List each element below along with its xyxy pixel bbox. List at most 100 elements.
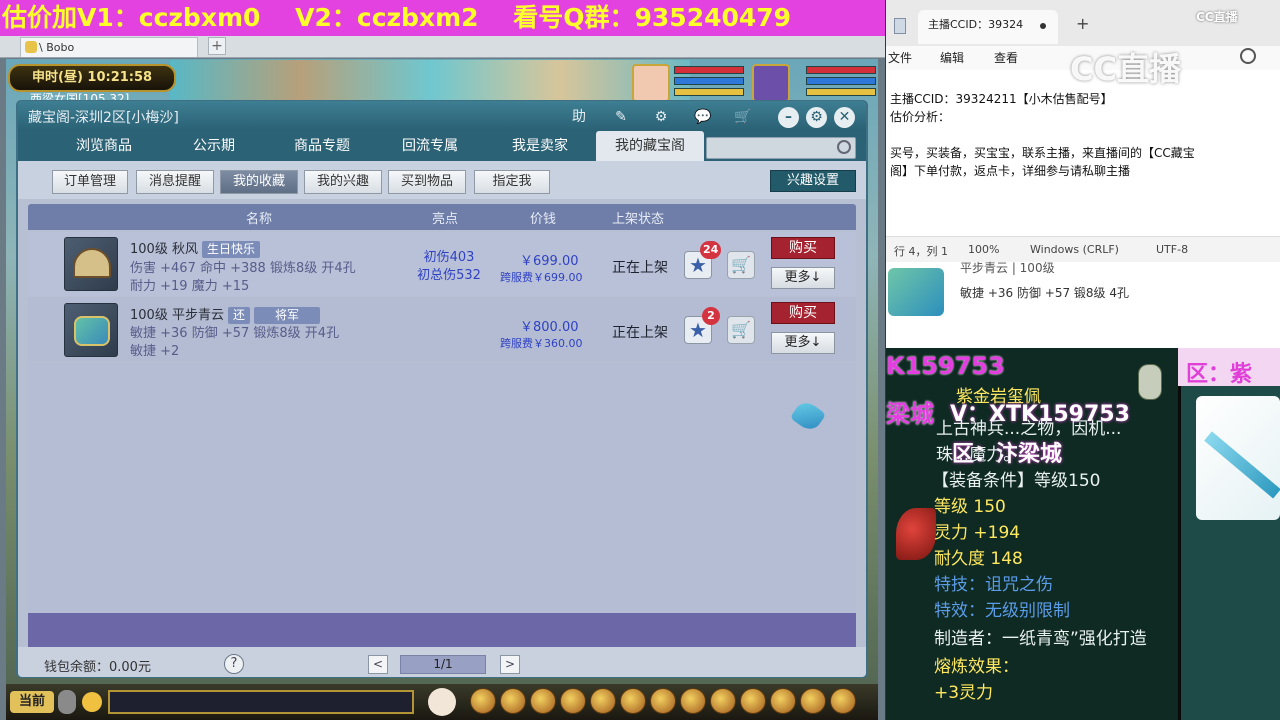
favorites-button[interactable]: 我的收藏 xyxy=(220,170,298,194)
text-line: 买号，买装备，买宝宝，联系主播，来直播间的【CC藏宝 xyxy=(890,146,1195,160)
more-button[interactable]: 更多↓ xyxy=(771,267,835,289)
map-icon[interactable] xyxy=(650,688,676,714)
emoji-icon[interactable] xyxy=(82,692,102,712)
dialog-title-bar[interactable]: 藏宝阁-深圳2区[小梅沙] 助 ✎ ⚙ 💬 🛒 – ⚙ ✕ xyxy=(18,101,866,131)
tab-my-pavilion[interactable]: 我的藏宝阁 xyxy=(596,131,704,161)
dialog-title: 藏宝阁-深圳2区[小梅沙] xyxy=(28,110,179,126)
player-avatar[interactable] xyxy=(752,64,790,102)
next-page-button[interactable]: > xyxy=(500,655,520,674)
stream-item-list xyxy=(886,262,1280,348)
status-cursor-pos: 行 4，列 1 xyxy=(894,245,948,258)
cart-icon[interactable]: 🛒 xyxy=(727,316,755,344)
more-button[interactable]: 更多↓ xyxy=(771,332,835,354)
chat-channel-button[interactable]: 当前 xyxy=(10,691,54,713)
item-stats: 敏捷 +36 防御 +57 锻炼8级 开4孔 xyxy=(130,326,340,341)
tooltip-durability: 耐久度 148 xyxy=(934,549,1023,569)
menu-view[interactable]: 查看 xyxy=(994,49,1018,66)
col-status: 上架状态 xyxy=(612,212,665,227)
wallet-balance: 钱包余额：0.00元 xyxy=(44,660,151,675)
tooltip-maker: 制造者：一纸青鸾”强化打造 xyxy=(934,629,1147,649)
cart-icon[interactable]: 🛒 xyxy=(727,251,755,279)
smile-icon[interactable] xyxy=(800,688,826,714)
search-icon[interactable] xyxy=(837,140,851,154)
tooltip-skill: 特技：诅咒之伤 xyxy=(934,575,1053,595)
game-clock: 申时(昼) 10:21:58 xyxy=(8,64,176,92)
tab-browse[interactable]: 浏览商品 xyxy=(50,131,158,161)
browser-tab[interactable]: \ Bobo xyxy=(20,37,198,57)
help-icon[interactable]: ? xyxy=(224,654,244,674)
item-tag: 生日快乐 xyxy=(201,241,260,258)
bell-icon[interactable] xyxy=(680,688,706,714)
quest-icon[interactable] xyxy=(590,688,616,714)
text-line xyxy=(890,126,1276,144)
buy-button[interactable]: 购买 xyxy=(771,237,835,259)
fan-icon xyxy=(73,248,111,278)
chat-icon[interactable]: 💬 xyxy=(692,107,714,127)
item-thumbnail[interactable] xyxy=(64,237,118,291)
close-button[interactable]: ✕ xyxy=(834,107,855,128)
col-price: 价钱 xyxy=(530,212,557,227)
item-status: 正在上架 xyxy=(612,325,668,341)
cc-live-watermark: CC直播 xyxy=(1070,50,1181,88)
mic-icon[interactable] xyxy=(58,690,76,714)
edit-icon[interactable]: ✎ xyxy=(610,107,632,127)
guild-icon[interactable] xyxy=(770,688,796,714)
chat-input[interactable] xyxy=(108,690,414,714)
item-name: 100级 秋风 生日快乐 xyxy=(130,238,260,258)
tab-return[interactable]: 回流专属 xyxy=(376,131,484,161)
tab-seller[interactable]: 我是卖家 xyxy=(486,131,594,161)
menu-file[interactable]: 文件 xyxy=(888,49,912,66)
item-highlight-total: 初总伤532 xyxy=(417,268,481,283)
settings-icon[interactable]: ⚙ xyxy=(650,107,672,127)
col-name: 名称 xyxy=(246,212,273,227)
gear-icon[interactable]: ⚙ xyxy=(806,107,827,128)
pet-icon[interactable] xyxy=(428,688,456,716)
notepad-new-tab-button[interactable]: + xyxy=(1076,14,1089,33)
gift-icon[interactable] xyxy=(530,688,556,714)
designated-button[interactable]: 指定我 xyxy=(474,170,550,194)
team-icon[interactable] xyxy=(470,688,496,714)
tab-publicity[interactable]: 公示期 xyxy=(160,131,268,161)
messages-button[interactable]: 消息提醒 xyxy=(136,170,214,194)
buy-button[interactable]: 购买 xyxy=(771,302,835,324)
shop-icon[interactable] xyxy=(710,688,736,714)
purchased-button[interactable]: 买到物品 xyxy=(388,170,466,194)
text-line: 估价分析： xyxy=(890,110,951,124)
bag-icon[interactable] xyxy=(500,688,526,714)
tooltip-desc-2: 珠...魔力。 xyxy=(936,445,1021,465)
mail-icon[interactable] xyxy=(740,688,766,714)
game-scene-background xyxy=(170,60,690,100)
status-line-endings: Windows (CRLF) xyxy=(1030,243,1119,256)
orders-button[interactable]: 订单管理 xyxy=(52,170,128,194)
prev-page-button[interactable]: < xyxy=(368,655,388,674)
tooltip-requirement: 【装备条件】等级150 xyxy=(932,471,1101,491)
cart-icon[interactable]: 🛒 xyxy=(732,107,754,127)
system-icon[interactable] xyxy=(830,688,856,714)
jade-pendant-icon xyxy=(896,508,936,560)
minimize-button[interactable]: – xyxy=(778,107,799,128)
new-tab-button[interactable]: + xyxy=(208,37,226,55)
boots-icon xyxy=(74,316,110,346)
browser-tab-label: \ Bobo xyxy=(39,41,75,54)
friend-icon[interactable] xyxy=(620,688,646,714)
overlay-wechat-1: K159753 xyxy=(886,352,1005,380)
skill-icon[interactable] xyxy=(560,688,586,714)
page-indicator: 1/1 xyxy=(400,655,486,674)
item-stats-extra: 敏捷 +2 xyxy=(130,344,180,359)
notepad-app-icon xyxy=(894,18,906,34)
tooltip-level: 等级 150 xyxy=(934,497,1006,517)
notepad-tab[interactable]: 主播CCID：39324 xyxy=(918,10,1058,44)
tab-topics[interactable]: 商品专题 xyxy=(268,131,376,161)
overlay-server-1: 梁城 xyxy=(886,400,934,428)
interests-button[interactable]: 我的兴趣 xyxy=(304,170,382,194)
menu-edit[interactable]: 编辑 xyxy=(940,49,964,66)
table-footer xyxy=(28,613,856,647)
stream-banner: 估价加V1：cczbxm0 V2：cczbxm2 看号Q群：935240479 xyxy=(0,0,885,36)
search-input[interactable] xyxy=(706,137,856,159)
player-status-bars xyxy=(806,66,876,100)
item-thumbnail[interactable] xyxy=(64,303,118,357)
interest-settings-button[interactable]: 兴趣设置 xyxy=(770,170,856,192)
status-zoom: 100% xyxy=(968,243,1000,256)
pet-avatar[interactable] xyxy=(632,64,670,102)
help-button[interactable]: 助 xyxy=(568,107,590,127)
